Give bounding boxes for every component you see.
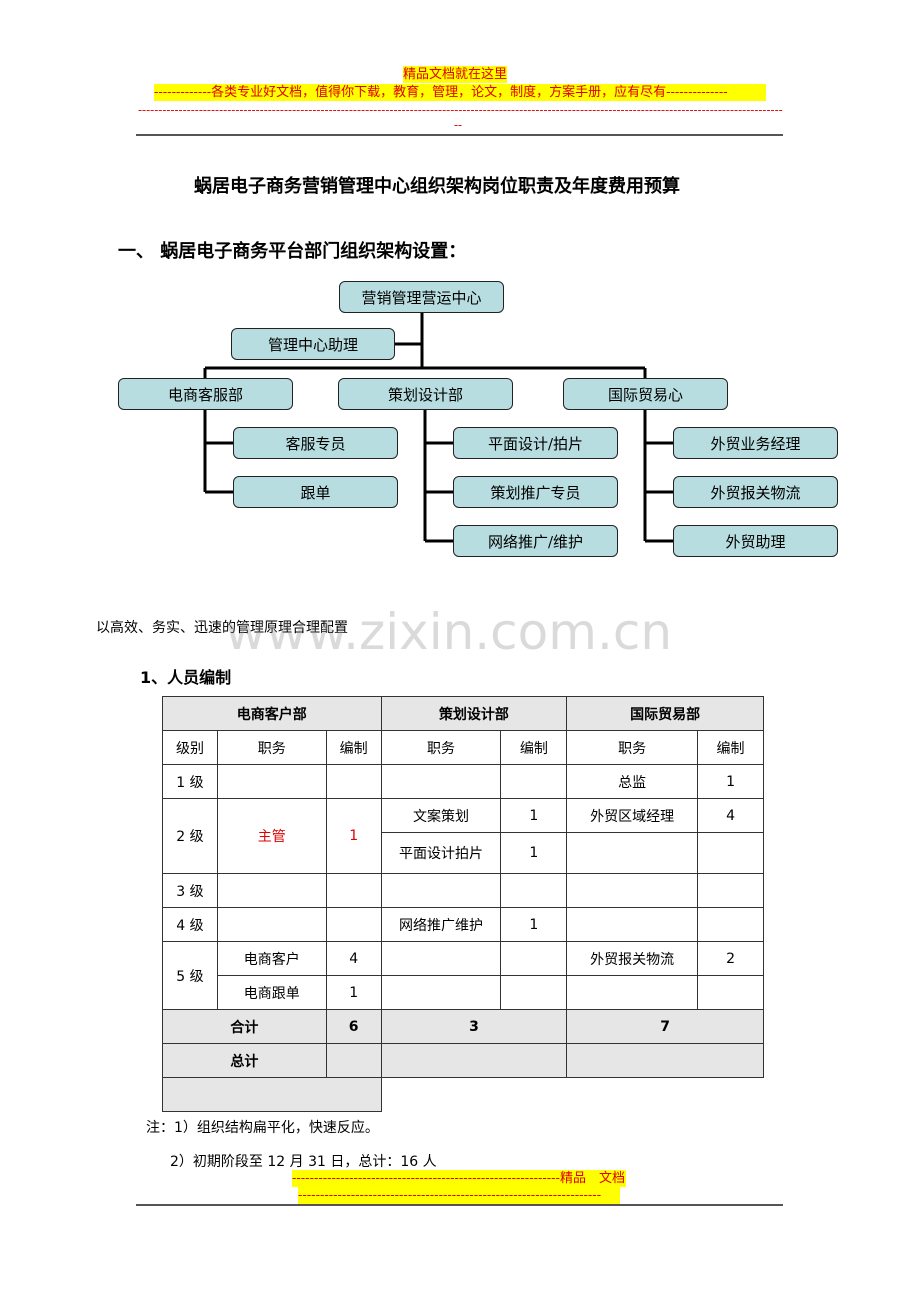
- org-node: 外贸业务经理: [673, 427, 838, 459]
- org-node: 外贸报关物流: [673, 476, 838, 508]
- level-cell: 3 级: [162, 873, 218, 908]
- col-header: 职务: [216, 730, 327, 765]
- cell: 主管: [216, 798, 327, 874]
- cell: 2: [697, 941, 764, 976]
- org-node: 网络推广/维护: [453, 525, 618, 557]
- col-header: 级别: [162, 730, 218, 765]
- cell: 1: [500, 832, 568, 874]
- cell: 网络推广维护: [380, 907, 502, 942]
- level-cell: 4 级: [162, 907, 218, 942]
- level-cell: 5 级: [162, 941, 218, 1010]
- cell: 电商客户: [216, 941, 327, 976]
- col-header: 编制: [500, 730, 568, 765]
- footer-banner-1: ----------------------------------------…: [292, 1170, 626, 1187]
- subsection-heading: 1、人员编制: [140, 668, 232, 687]
- cell: 4: [325, 941, 382, 976]
- note-2: 2）初期阶段至 12 月 31 日，总计：16 人: [170, 1154, 437, 1170]
- subtotal-cell: 3: [380, 1009, 568, 1044]
- cell: 外贸报关物流: [566, 941, 699, 976]
- cell: 平面设计拍片: [380, 832, 502, 874]
- footer-banner-2: ----------------------------------------…: [298, 1187, 620, 1204]
- dept-header: 国际贸易部: [566, 696, 764, 731]
- org-node: 客服专员: [233, 427, 398, 459]
- org-node: 平面设计/拍片: [453, 427, 618, 459]
- col-header: 职务: [566, 730, 699, 765]
- total-label: 总计: [162, 1043, 327, 1078]
- org-node-assistant: 管理中心助理: [231, 328, 395, 360]
- note-1: 注：1）组织结构扁平化，快速反应。: [146, 1120, 379, 1136]
- dept-header: 电商客户部: [162, 696, 382, 731]
- staffing-table: 电商客户部 策划设计部 国际贸易部 级别 职务 编制 职务 编制 职务 编制 1 级总监 1 2 …: [162, 696, 764, 1112]
- level-cell: 2 级: [162, 798, 218, 874]
- cell: 1: [697, 764, 764, 799]
- col-header: 职务: [380, 730, 502, 765]
- org-node-dept2: 策划设计部: [338, 378, 513, 410]
- dept-header: 策划设计部: [380, 696, 568, 731]
- cell: 1: [325, 975, 382, 1010]
- level-cell: 1 级: [162, 764, 218, 799]
- col-header: 编制: [697, 730, 764, 765]
- org-node-dept1: 电商客服部: [118, 378, 293, 410]
- cell: 1: [500, 798, 568, 833]
- cell: 1: [325, 798, 382, 874]
- cell: 4: [697, 798, 764, 833]
- cell: 外贸区域经理: [566, 798, 699, 833]
- footer-rule: [136, 1204, 783, 1206]
- cell: 电商跟单: [216, 975, 327, 1010]
- cell: 1: [500, 907, 568, 942]
- org-node: 策划推广专员: [453, 476, 618, 508]
- subtotal-cell: 7: [566, 1009, 764, 1044]
- col-header: 编制: [325, 730, 382, 765]
- org-node-dept3: 国际贸易心: [563, 378, 728, 410]
- org-node: 跟单: [233, 476, 398, 508]
- cell: 文案策划: [380, 798, 502, 833]
- org-node-top: 营销管理营运中心: [339, 281, 504, 313]
- org-node: 外贸助理: [673, 525, 838, 557]
- cell: 总监: [566, 764, 699, 799]
- subtotal-cell: 6: [325, 1009, 382, 1044]
- watermark: www.zixin.com.cn: [225, 603, 673, 661]
- subtotal-label: 合计: [162, 1009, 327, 1044]
- document-page: 精品文档就在这里 -------------各类专业好文档，值得你下载，教育，管…: [0, 0, 920, 1302]
